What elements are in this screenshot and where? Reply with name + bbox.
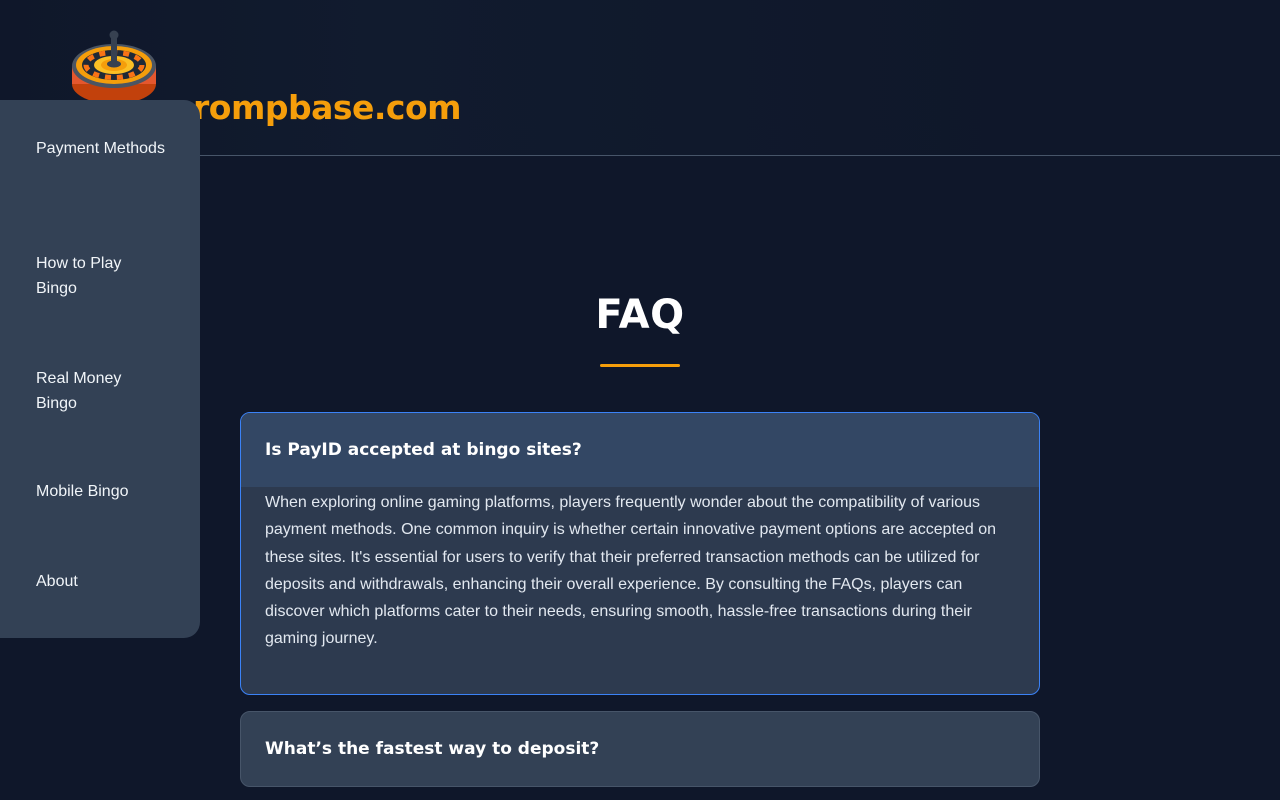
roulette-wheel-icon[interactable] — [70, 28, 160, 108]
sidebar-item-mobile-bingo[interactable]: Mobile Bingo — [36, 479, 166, 504]
brand-name[interactable]: rompbase.com — [193, 88, 462, 127]
title-underline — [600, 364, 680, 367]
faq-item-expanded: Is PayID accepted at bingo sites? When e… — [240, 412, 1040, 695]
sidebar-item-payment-methods[interactable]: Payment Methods — [36, 136, 166, 161]
sidebar-item-about[interactable]: About — [36, 569, 166, 594]
faq-item-collapsed: What’s the fastest way to deposit? — [240, 711, 1040, 787]
sidebar-nav: Payment Methods How to Play Bingo Real M… — [0, 100, 200, 638]
faq-question-toggle[interactable]: Is PayID accepted at bingo sites? — [241, 413, 1039, 487]
page-title: FAQ — [595, 292, 685, 338]
sidebar-item-real-money-bingo[interactable]: Real Money Bingo — [36, 366, 166, 416]
faq-question-toggle[interactable]: What’s the fastest way to deposit? — [241, 712, 1039, 786]
faq-answer: When exploring online gaming platforms, … — [265, 494, 997, 648]
sidebar-item-how-to-play-bingo[interactable]: How to Play Bingo — [36, 251, 166, 301]
page: rompbase.com Payment Methods How to Play… — [0, 0, 1280, 800]
